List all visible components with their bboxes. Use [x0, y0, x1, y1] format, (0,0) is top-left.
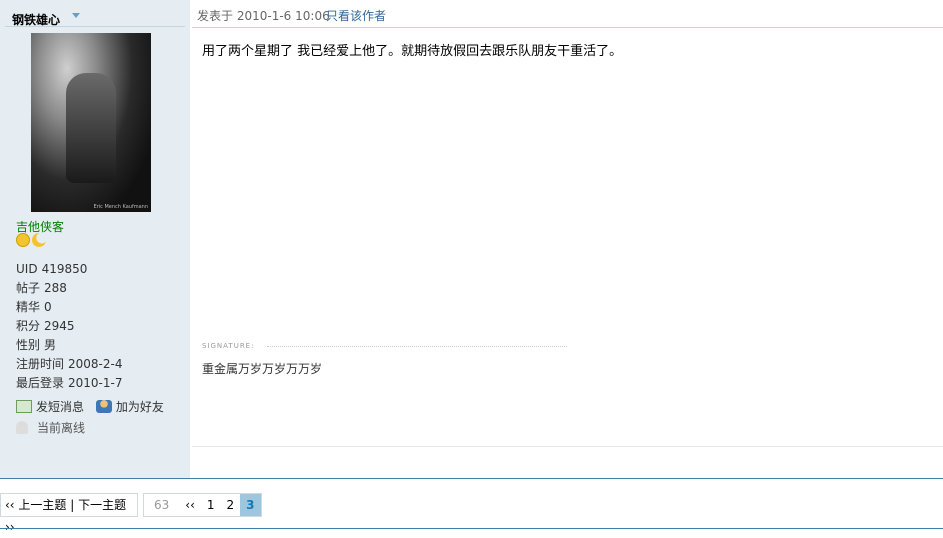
page-count: 63: [154, 498, 170, 512]
page-link[interactable]: 2: [221, 494, 241, 516]
stat-uid: UID 419850: [16, 261, 122, 280]
avatar-caption: Eric Mench Kaufmann: [93, 204, 148, 210]
stat-register-date: 注册时间 2008-2-4: [16, 356, 122, 375]
moon-icon: [32, 233, 46, 247]
status-text: 当前离线: [37, 421, 86, 435]
send-message-link[interactable]: 发短消息: [16, 399, 84, 418]
signature-divider: [267, 346, 567, 347]
offline-user-icon: [16, 421, 28, 434]
sun-icon: [16, 233, 30, 247]
author-sidebar: 钢铁雄心 Eric Mench Kaufmann 吉他侠客 UID 419850 …: [0, 0, 190, 478]
post-divider: [192, 446, 943, 447]
author-row: 钢铁雄心: [5, 8, 185, 27]
stat-key: UID: [16, 262, 38, 276]
stat-value: 2945: [44, 319, 75, 333]
online-status: 当前离线: [16, 419, 85, 436]
stat-value: 男: [44, 338, 57, 352]
page-link[interactable]: 1: [201, 494, 221, 516]
signature-label: SIGNATURE:: [202, 342, 255, 350]
post-content: 用了两个星期了 我已经爱上他了。就期待放假回去跟乐队朋友干重活了。: [202, 44, 623, 59]
message-icon: [16, 400, 32, 413]
stat-last-login: 最后登录 2010-1-7: [16, 375, 122, 394]
send-message-label: 发短消息: [36, 400, 85, 414]
stat-key: 积分: [16, 319, 41, 333]
pagination: 63 ‹‹ 1 2 3: [143, 493, 262, 517]
stat-key: 精华: [16, 300, 41, 314]
add-friend-icon: [95, 400, 112, 413]
stat-key: 性别: [16, 338, 41, 352]
chevron-down-icon[interactable]: [72, 13, 80, 18]
posted-label: 发表于: [197, 9, 234, 23]
current-page: 3: [240, 494, 261, 516]
bottom-divider: [0, 528, 943, 529]
avatar-figure: [66, 73, 116, 183]
author-actions: 发短消息 加为好友: [16, 399, 172, 418]
stat-value: 419850: [41, 262, 88, 276]
add-friend-link[interactable]: 加为好友: [95, 399, 164, 418]
avatar[interactable]: Eric Mench Kaufmann: [31, 33, 151, 212]
rank-icons: [16, 233, 46, 247]
user-stats: UID 419850 帖子 288 精华 0 积分 2945 性别男 注册时间 2008-…: [16, 261, 122, 394]
author-name[interactable]: 钢铁雄心: [12, 11, 60, 28]
stat-key: 最后登录: [16, 376, 65, 390]
stat-key: 注册时间: [16, 357, 65, 371]
footer-divider: [0, 478, 943, 479]
stat-value: 288: [44, 281, 67, 295]
only-author-link[interactable]: 只看该作者: [326, 7, 386, 24]
stat-value: 0: [44, 300, 52, 314]
stat-posts: 帖子 288: [16, 280, 122, 299]
stat-value: 2010-1-7: [68, 376, 123, 390]
signature-text: 重金属万岁万岁万万岁: [202, 362, 323, 376]
add-friend-label: 加为好友: [115, 400, 164, 414]
post-time: 发表于 2010-1-6 10:06: [197, 7, 330, 24]
stat-credits: 积分 2945: [16, 318, 122, 337]
stat-gender: 性别男: [16, 337, 122, 356]
posted-time-value: 2010-1-6 10:06: [236, 9, 330, 23]
stat-digest: 精华 0: [16, 299, 122, 318]
stat-value: 2008-2-4: [68, 357, 123, 371]
first-page-link[interactable]: ‹‹: [179, 494, 201, 516]
thread-navigation[interactable]: ‹‹ 上一主题 | 下一主题 ››: [0, 493, 138, 534]
post-header: 发表于 2010-1-6 10:06 只看该作者: [192, 0, 943, 28]
stat-key: 帖子: [16, 281, 41, 295]
